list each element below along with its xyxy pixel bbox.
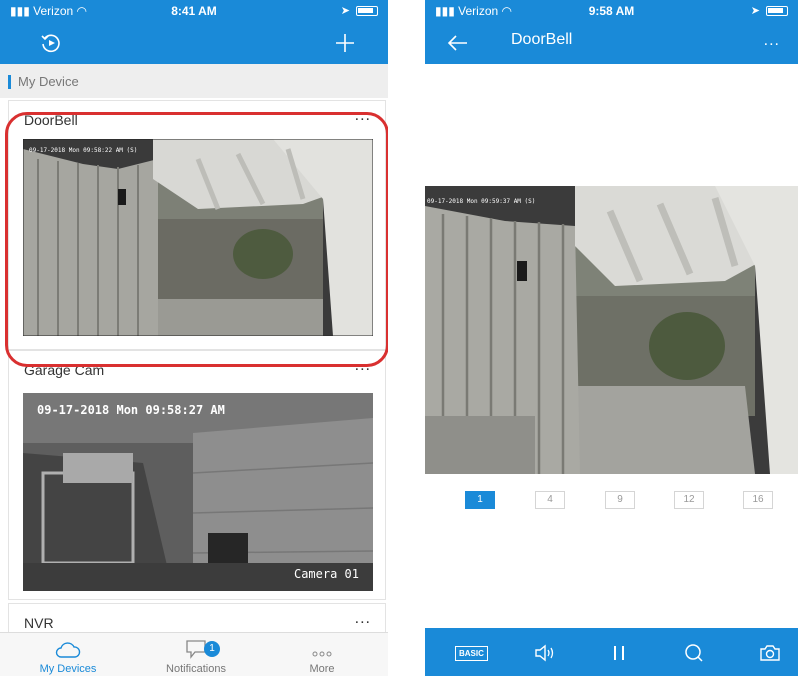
- pause-icon[interactable]: [611, 640, 627, 666]
- add-device-icon[interactable]: [330, 28, 360, 58]
- more-options-icon[interactable]: ...: [764, 32, 780, 50]
- tab-bar: My Devices Notifications 1 More: [0, 632, 388, 676]
- location-icon: ➤: [750, 5, 760, 17]
- header: ▮▮▮ Verizon ◠ 8:41 AM ➤: [0, 0, 388, 64]
- playback-control-bar: BASIC: [425, 628, 798, 676]
- playback-icon[interactable]: [36, 28, 66, 58]
- navbar: DoorBell ...: [425, 22, 798, 64]
- navbar: [0, 22, 388, 64]
- split-option-16[interactable]: 16: [743, 491, 773, 509]
- basic-label: BASIC: [455, 645, 488, 661]
- device-list-screen: ▮▮▮ Verizon ◠ 8:41 AM ➤ My Device DoorBe…: [0, 0, 388, 676]
- page-title: DoorBell: [511, 31, 573, 48]
- section-header: My Device: [0, 64, 388, 98]
- speaker-icon[interactable]: [533, 640, 557, 666]
- header: ▮▮▮ Verizon ◠ 9:58 AM ➤ DoorBell ...: [425, 0, 798, 64]
- status-bar: ▮▮▮ Verizon ◠ 9:58 AM ➤: [425, 0, 798, 22]
- split-option-4[interactable]: 4: [535, 491, 565, 509]
- device-card-garage-cam[interactable]: Garage Cam ... 09-17-2018 Mon 09:58:27 A…: [8, 350, 386, 600]
- device-name: NVR: [24, 615, 54, 631]
- location-icon: ➤: [340, 5, 350, 17]
- camera-label: Camera 01: [293, 567, 359, 581]
- tab-my-devices[interactable]: My Devices: [8, 633, 128, 676]
- stream-quality-button[interactable]: BASIC: [455, 640, 488, 666]
- camera-timestamp: 09-17-2018 Mon 09:59:37 AM (S): [427, 198, 536, 205]
- notification-badge: 1: [204, 641, 220, 657]
- tab-notifications[interactable]: Notifications 1: [136, 633, 256, 676]
- split-option-9[interactable]: 9: [605, 491, 635, 509]
- clock: 8:41 AM: [171, 4, 217, 18]
- section-label: My Device: [18, 74, 79, 89]
- dots-icon: [262, 633, 382, 659]
- more-options-icon[interactable]: ...: [355, 610, 371, 628]
- live-view-screen: ▮▮▮ Verizon ◠ 9:58 AM ➤ DoorBell ... 09-…: [425, 0, 798, 676]
- section-accent-bar: [8, 75, 11, 89]
- chat-bubble-icon: [136, 633, 256, 659]
- snapshot-camera-icon[interactable]: [759, 640, 781, 666]
- camera-timestamp: 09-17-2018 Mon 09:58:27 AM: [37, 403, 225, 417]
- battery-icon: [356, 6, 378, 16]
- split-option-1[interactable]: 1: [465, 491, 495, 509]
- back-arrow-icon[interactable]: [443, 28, 473, 58]
- garage-scene: [23, 393, 373, 591]
- search-icon[interactable]: [683, 640, 705, 666]
- status-bar: ▮▮▮ Verizon ◠ 8:41 AM ➤: [0, 0, 388, 22]
- highlight-outline: [5, 112, 388, 367]
- doorbell-live-scene: [425, 186, 798, 474]
- split-option-12[interactable]: 12: [674, 491, 704, 509]
- tab-more[interactable]: More: [262, 633, 382, 676]
- battery-icon: [766, 6, 788, 16]
- clock: 9:58 AM: [588, 4, 635, 18]
- camera-thumbnail[interactable]: 09-17-2018 Mon 09:58:27 AM Camera 01: [23, 393, 373, 591]
- live-video-feed[interactable]: 09-17-2018 Mon 09:59:37 AM (S): [425, 186, 798, 474]
- cloud-icon: [8, 633, 128, 659]
